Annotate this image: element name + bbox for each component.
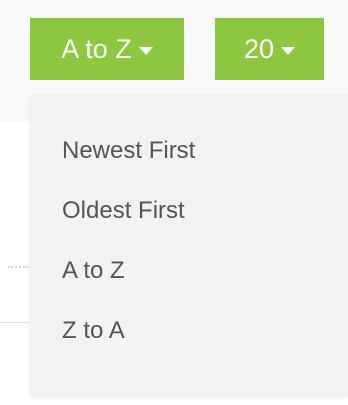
- caret-down-icon: [138, 46, 153, 55]
- background-divider-dots: [8, 266, 28, 268]
- sort-option-z-to-a[interactable]: Z to A: [30, 301, 348, 361]
- sort-dropdown-menu: Newest First Oldest First A to Z Z to A: [30, 95, 348, 395]
- sort-options-list: Newest First Oldest First A to Z Z to A: [30, 95, 348, 361]
- background-divider-line: [0, 322, 30, 323]
- caret-down-icon: [281, 46, 296, 55]
- sort-button-label: A to Z: [61, 33, 132, 64]
- page-size-button-label: 20: [243, 33, 275, 64]
- sort-option-newest-first[interactable]: Newest First: [30, 121, 348, 181]
- sort-option-oldest-first[interactable]: Oldest First: [30, 181, 348, 241]
- sort-option-a-to-z[interactable]: A to Z: [30, 241, 348, 301]
- sort-dropdown-button[interactable]: A to Z: [30, 18, 184, 80]
- page-size-dropdown-button[interactable]: 20: [215, 18, 324, 80]
- page: A to Z 20 Newest First Oldest First A to…: [0, 0, 348, 405]
